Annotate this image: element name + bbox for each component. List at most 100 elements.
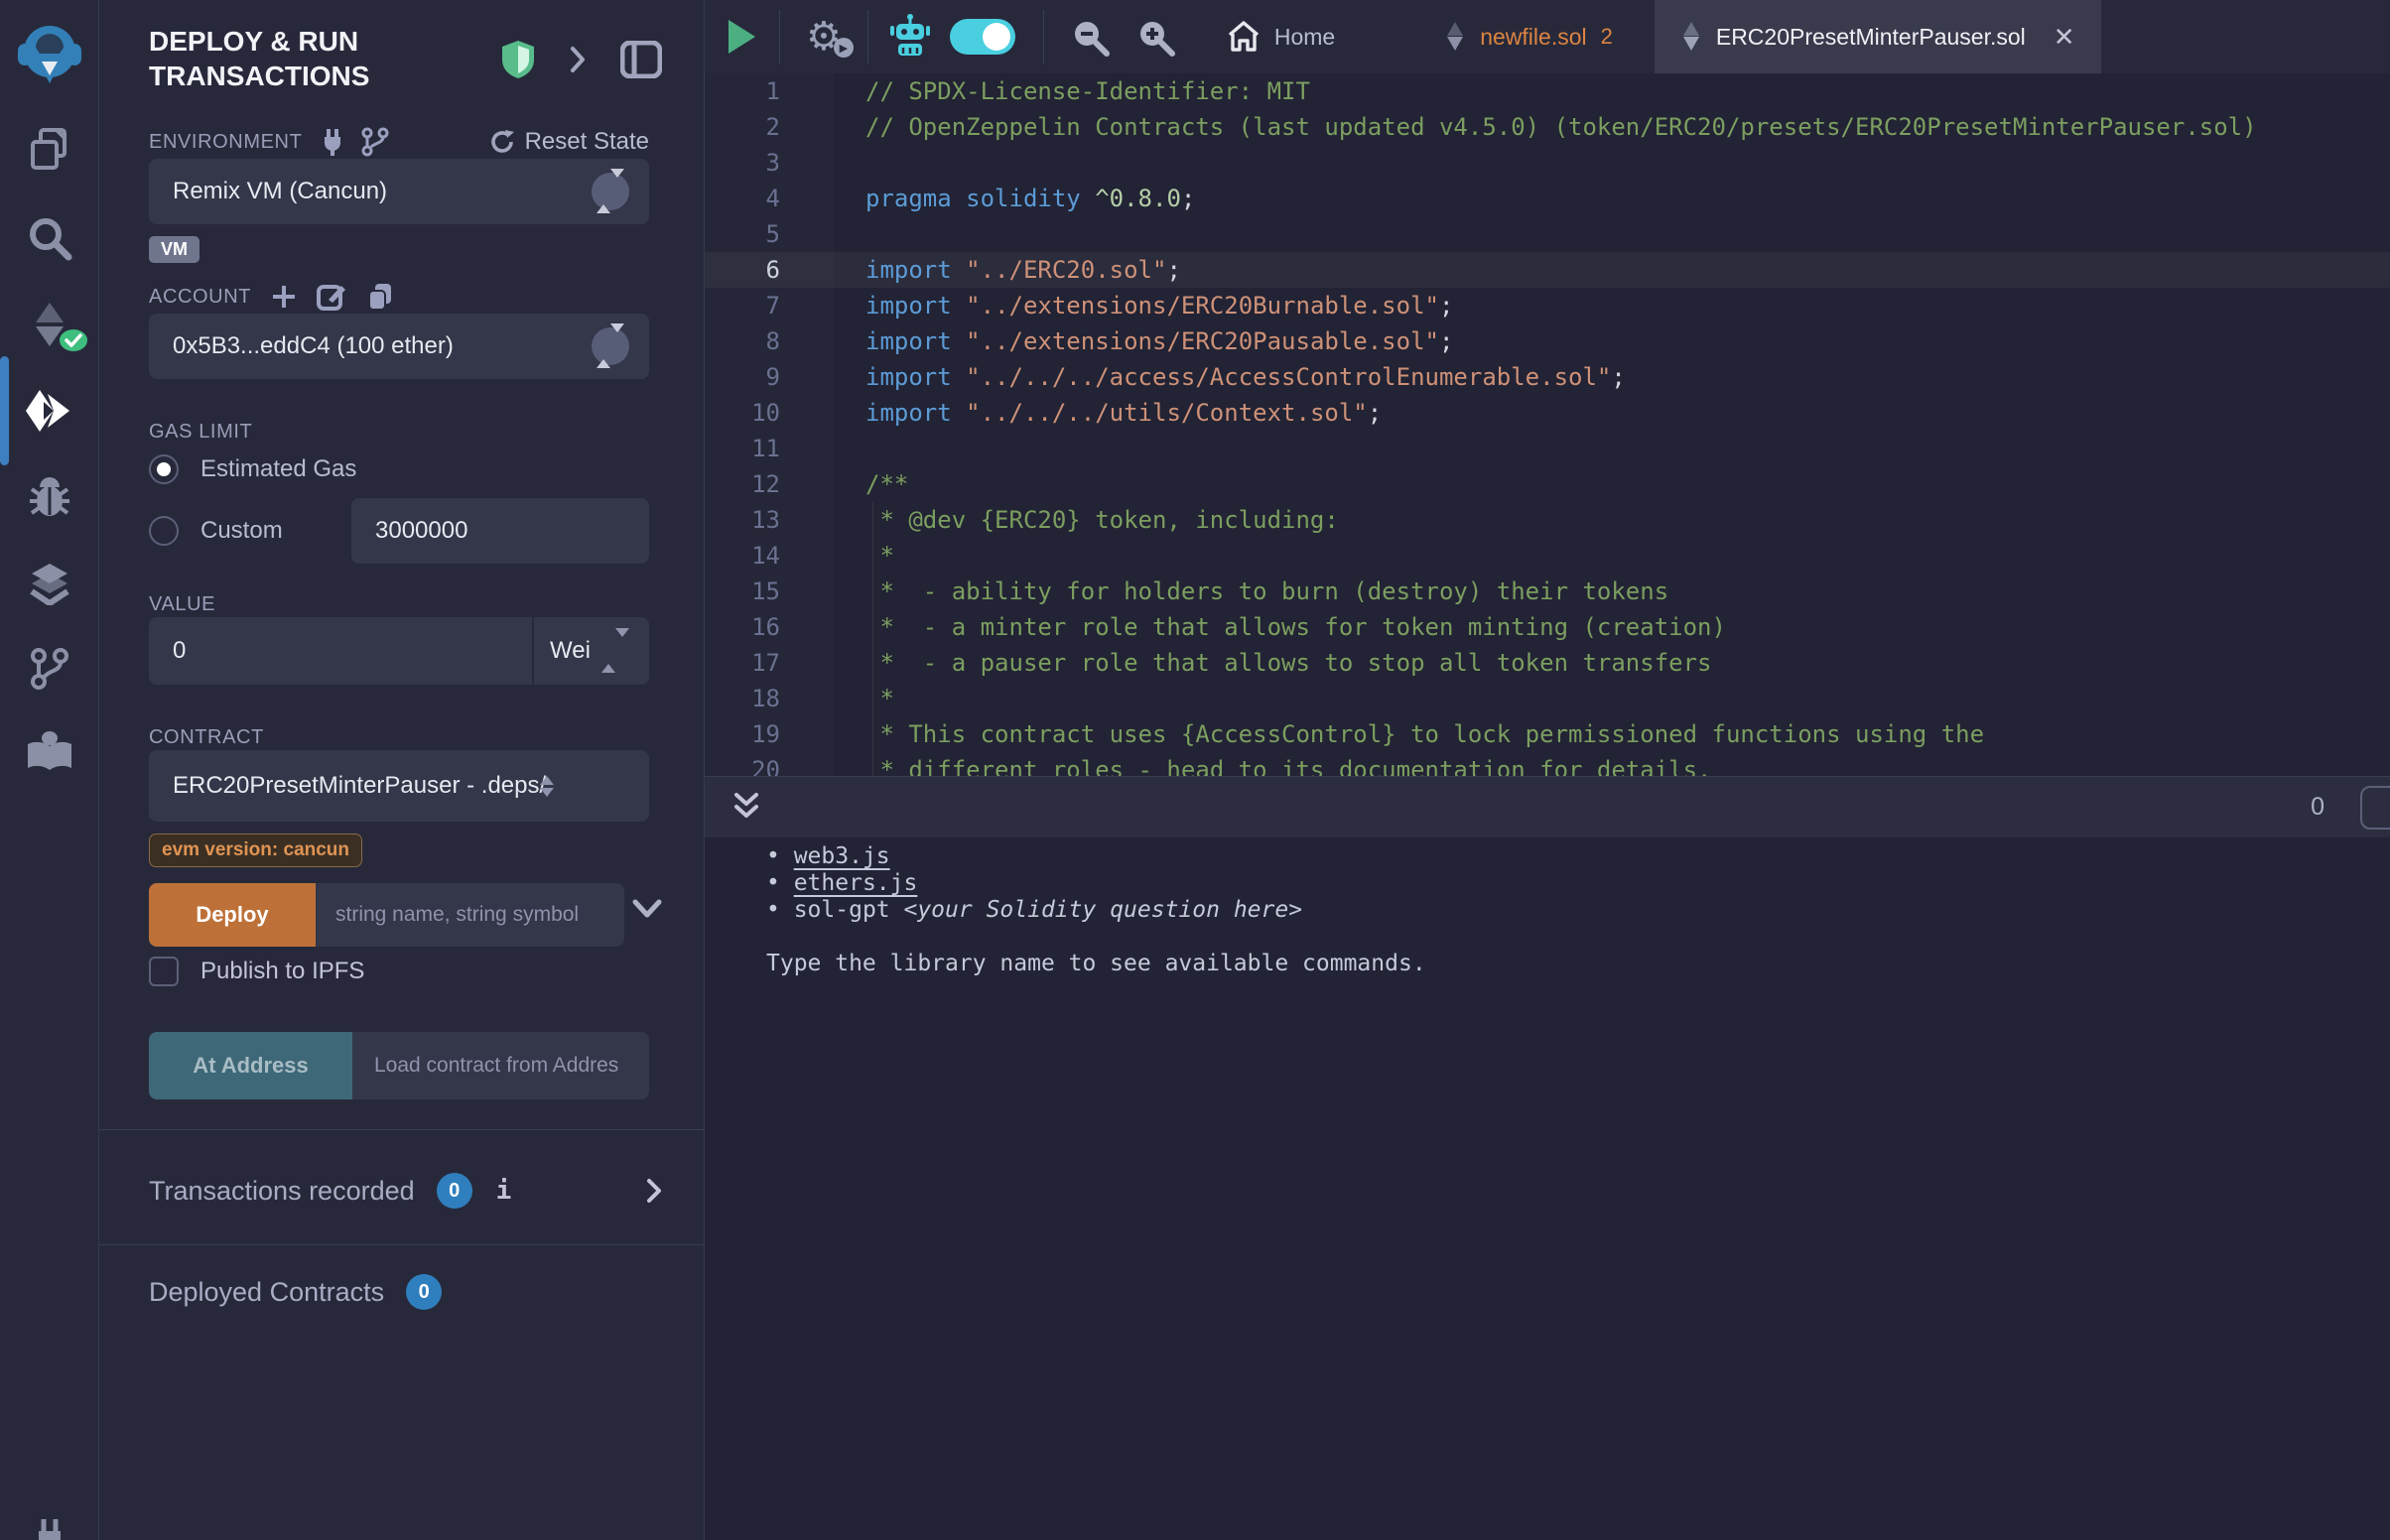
- ai-copilot-robot-icon[interactable]: [888, 14, 932, 60]
- code-line[interactable]: 1// SPDX-License-Identifier: MIT: [705, 73, 2390, 109]
- deployed-contracts-label: Deployed Contracts: [149, 1277, 384, 1308]
- terminal-hint: Type the library name to see available c…: [705, 951, 2390, 977]
- code-line[interactable]: 5: [705, 216, 2390, 252]
- reset-state-button[interactable]: Reset State: [489, 128, 649, 156]
- code-line[interactable]: 4pragma solidity ^0.8.0;: [705, 181, 2390, 216]
- contract-select[interactable]: ERC20PresetMinterPauser - .deps/: [149, 750, 649, 822]
- code-line[interactable]: 13 * @dev {ERC20} token, including:: [705, 502, 2390, 538]
- zoom-out-icon[interactable]: [1070, 17, 1110, 57]
- expand-panel-chevron-icon[interactable]: [569, 45, 587, 74]
- home-icon: [1227, 21, 1261, 53]
- run-script-play-icon[interactable]: [729, 20, 755, 54]
- publish-ipfs-label: Publish to IPFS: [200, 958, 364, 985]
- code-line[interactable]: 14 *: [705, 538, 2390, 574]
- code-line[interactable]: 6import "../ERC20.sol";: [705, 252, 2390, 288]
- code-editor[interactable]: 1// SPDX-License-Identifier: MIT2// Open…: [705, 73, 2390, 776]
- line-number: 2: [705, 109, 814, 145]
- terminal-entry[interactable]: • web3.js: [705, 843, 2390, 870]
- code-line[interactable]: 2// OpenZeppelin Contracts (last updated…: [705, 109, 2390, 145]
- estimated-gas-label: Estimated Gas: [200, 455, 356, 483]
- icon-sidebar: [0, 0, 99, 1540]
- code-line[interactable]: 9import "../../../access/AccessControlEn…: [705, 359, 2390, 395]
- pin-panel-icon[interactable]: [620, 41, 662, 78]
- remix-logo[interactable]: [12, 18, 87, 93]
- line-number: 16: [705, 609, 814, 645]
- learneth-icon[interactable]: [25, 730, 74, 774]
- git-icon[interactable]: [27, 646, 72, 692]
- unit-testing-icon[interactable]: [26, 562, 73, 605]
- line-number: 13: [705, 502, 814, 538]
- custom-gas-label: Custom: [200, 517, 283, 545]
- remix-ide: DEPLOY & RUN TRANSACTIONS ENVIRONMENT: [0, 0, 2390, 1540]
- plug-environment-icon[interactable]: [320, 127, 345, 157]
- terminal-output[interactable]: • web3.js• ethers.js• sol-gpt <your Soli…: [705, 837, 2390, 1540]
- plugin-manager-icon[interactable]: [27, 1513, 72, 1540]
- line-number: 19: [705, 716, 814, 752]
- code-line[interactable]: 8import "../extensions/ERC20Pausable.sol…: [705, 323, 2390, 359]
- deploy-button[interactable]: Deploy: [149, 883, 316, 947]
- line-number: 6: [705, 252, 814, 288]
- compile-settings-gears-icon[interactable]: ⚙▶: [806, 14, 842, 60]
- contract-spinner-icon: [540, 776, 554, 797]
- line-number: 1: [705, 73, 814, 109]
- code-line[interactable]: 18 *: [705, 681, 2390, 716]
- value-unit-select[interactable]: Wei: [532, 617, 649, 685]
- panel-title: DEPLOY & RUN TRANSACTIONS: [149, 24, 466, 93]
- code-line[interactable]: 10import "../../../utils/Context.sol";: [705, 395, 2390, 431]
- line-number: 4: [705, 181, 814, 216]
- file-explorer-icon[interactable]: [27, 126, 72, 172]
- terminal-listen-count: 0: [2311, 793, 2324, 822]
- debugger-icon[interactable]: [26, 475, 73, 519]
- terminal-toolbar: 0: [705, 776, 2390, 837]
- code-line[interactable]: 17 * - a pauser role that allows to stop…: [705, 645, 2390, 681]
- fork-state-icon[interactable]: [361, 127, 389, 157]
- environment-select[interactable]: Remix VM (Cancun): [149, 159, 649, 224]
- transactions-expand-chevron-icon[interactable]: [646, 1178, 662, 1204]
- code-line[interactable]: 15 * - ability for holders to burn (dest…: [705, 574, 2390, 609]
- deploy-args-input[interactable]: string name, string symbol: [316, 883, 624, 947]
- terminal-entry[interactable]: • ethers.js: [705, 870, 2390, 897]
- copy-address-icon[interactable]: [366, 282, 394, 312]
- solidity-compiler-icon[interactable]: [27, 301, 72, 350]
- terminal-entry[interactable]: • sol-gpt <your Solidity question here>: [705, 897, 2390, 924]
- transactions-recorded-section[interactable]: Transactions recorded 0 i: [149, 1173, 662, 1209]
- expand-terminal-chevrons-icon[interactable]: [732, 791, 760, 825]
- estimated-gas-radio[interactable]: [149, 454, 179, 484]
- deploy-run-icon[interactable]: [24, 388, 75, 434]
- line-number: 11: [705, 431, 814, 466]
- custom-gas-radio[interactable]: [149, 516, 179, 546]
- close-tab-icon[interactable]: ✕: [2054, 22, 2075, 53]
- account-select[interactable]: 0x5B3...eddC4 (100 ether): [149, 314, 649, 379]
- tab-erc20presetminterpauser-sol[interactable]: ERC20PresetMinterPauser.sol ✕: [1655, 0, 2101, 73]
- tab-home[interactable]: Home: [1201, 0, 1369, 73]
- line-number: 8: [705, 323, 814, 359]
- search-icon[interactable]: [27, 215, 72, 261]
- editor-tabbar: ⚙▶ Home: [705, 0, 2390, 73]
- deploy-expand-chevron-icon[interactable]: [632, 899, 662, 919]
- line-number: 18: [705, 681, 814, 716]
- at-address-button[interactable]: At Address: [149, 1032, 352, 1099]
- at-address-input[interactable]: Load contract from Addres: [352, 1032, 649, 1099]
- code-line[interactable]: 11: [705, 431, 2390, 466]
- terminal-search-box[interactable]: [2360, 786, 2390, 830]
- code-line[interactable]: 12/**: [705, 466, 2390, 502]
- gear-play-badge: ▶: [834, 38, 854, 58]
- publish-ipfs-checkbox[interactable]: [149, 957, 179, 986]
- add-account-icon[interactable]: [271, 284, 297, 310]
- code-line[interactable]: 7import "../extensions/ERC20Burnable.sol…: [705, 288, 2390, 323]
- tab-newfile-sol[interactable]: newfile.sol 2: [1418, 0, 1639, 73]
- value-input[interactable]: 0: [149, 617, 532, 685]
- unit-spinner-icon: [601, 637, 629, 665]
- custom-gas-input[interactable]: 3000000: [351, 498, 649, 564]
- sign-message-icon[interactable]: [317, 282, 346, 312]
- contract-label: CONTRACT: [149, 726, 264, 748]
- active-plugin-indicator: [0, 356, 9, 465]
- reset-icon: [489, 129, 515, 155]
- code-line[interactable]: 16 * - a minter role that allows for tok…: [705, 609, 2390, 645]
- copilot-toggle[interactable]: [950, 19, 1015, 55]
- zoom-in-icon[interactable]: [1135, 17, 1175, 57]
- code-line[interactable]: 19 * This contract uses {AccessControl} …: [705, 716, 2390, 752]
- info-icon[interactable]: i: [496, 1176, 512, 1206]
- code-line[interactable]: 3: [705, 145, 2390, 181]
- code-line[interactable]: 20 * different roles - head to its docum…: [705, 752, 2390, 776]
